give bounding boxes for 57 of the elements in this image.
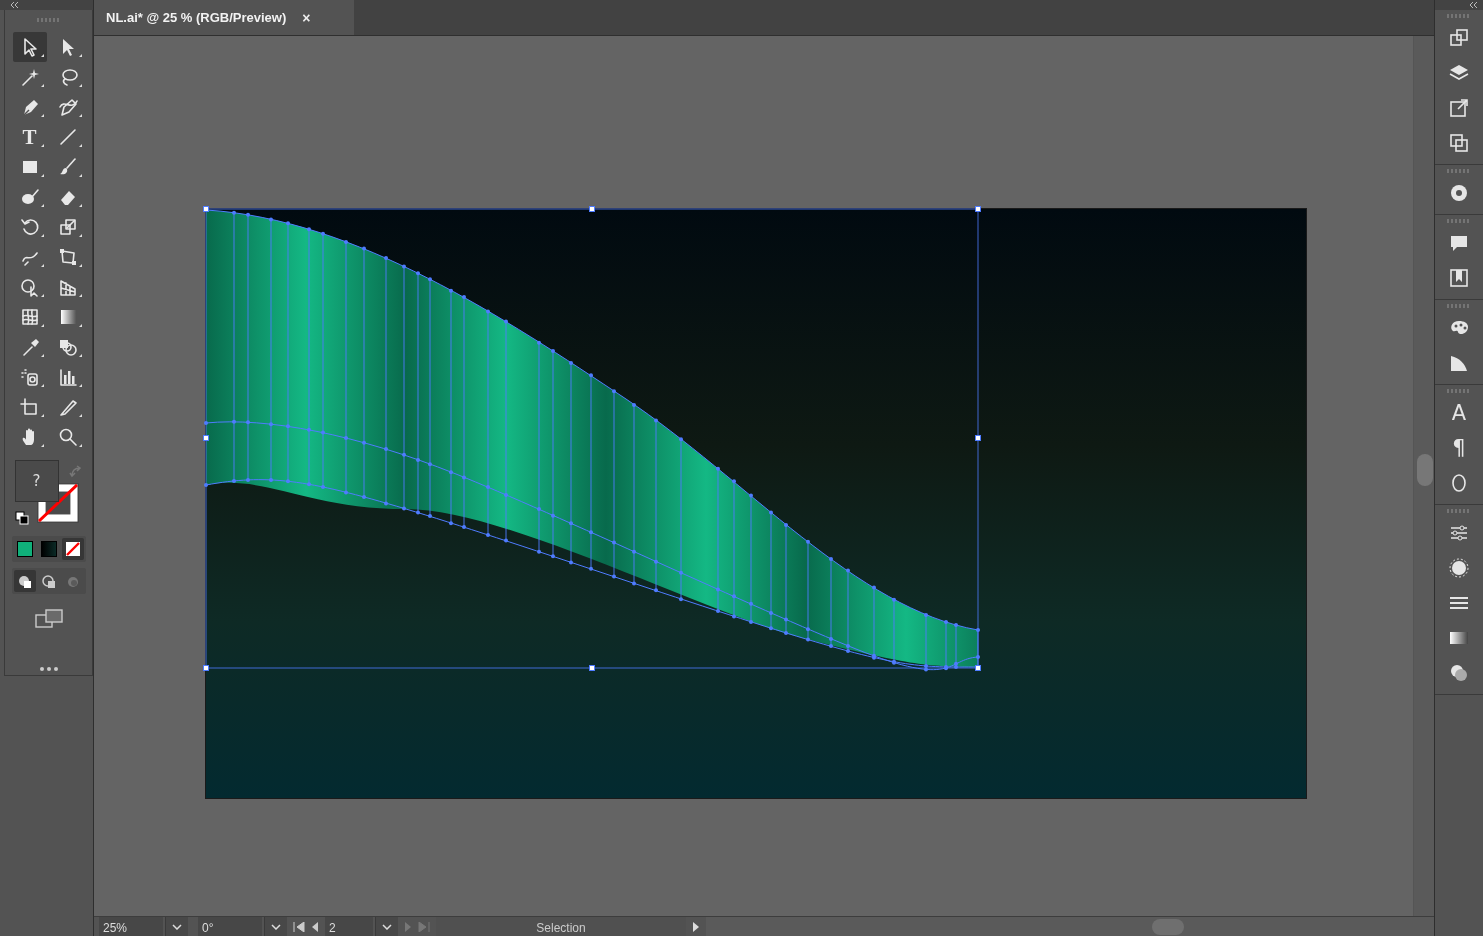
close-tab-button[interactable]: × — [302, 9, 311, 26]
type-tool[interactable]: T — [12, 122, 47, 152]
draw-mode-icon — [17, 573, 32, 589]
line-segment-icon — [57, 127, 78, 147]
dropdown-caret-icon — [271, 923, 281, 930]
rotation-field[interactable]: 0° — [198, 917, 262, 936]
artboard-field[interactable]: 2 — [325, 917, 373, 936]
first-artboard-icon[interactable] — [293, 921, 305, 932]
draw-mode-icon — [41, 573, 56, 589]
rotate-icon — [19, 217, 40, 237]
default-colors-icon[interactable] — [14, 511, 29, 525]
artboard-dropdown[interactable] — [375, 917, 398, 936]
vertical-scrollbar[interactable] — [1413, 36, 1434, 916]
gradient-mesh-drawing[interactable] — [204, 207, 979, 669]
character-panel-glyph[interactable]: A — [1451, 400, 1467, 425]
panel-grip-icon — [1447, 389, 1471, 393]
draw-mode-button[interactable] — [13, 570, 36, 592]
panel-grip-icon — [1447, 219, 1471, 223]
zoom-field[interactable]: 25% — [99, 917, 163, 936]
shape-builder-icon — [19, 277, 40, 297]
scale-icon — [57, 217, 78, 237]
zoom-icon — [57, 427, 78, 447]
panel-grip-icon — [36, 18, 61, 22]
slice-icon — [57, 397, 78, 417]
panel-grip-icon — [1447, 14, 1471, 18]
mesh-icon — [19, 307, 40, 327]
rotation-dropdown[interactable] — [264, 917, 287, 936]
status-menu-icon[interactable] — [692, 921, 700, 932]
color-mode-button[interactable] — [61, 538, 84, 560]
document-title: NL.ai* @ 25 % (RGB/Preview) — [106, 10, 287, 25]
dropdown-caret-icon — [172, 923, 182, 930]
blob-brush-icon — [19, 187, 40, 207]
previous-artboard-icon[interactable] — [311, 921, 319, 932]
collapse-icon[interactable] — [10, 2, 18, 8]
artboard-icon — [19, 397, 40, 417]
panel-grip-icon — [1447, 509, 1471, 513]
document-tab[interactable]: NL.ai* @ 25 % (RGB/Preview) × — [94, 0, 354, 35]
horizontal-scrollbar[interactable] — [706, 917, 1434, 936]
collapse-icon[interactable] — [1469, 2, 1477, 8]
fill-swatch[interactable]: ? — [14, 460, 59, 502]
none-swatch-icon — [65, 542, 80, 556]
zoom-dropdown[interactable] — [165, 917, 188, 936]
export-icon[interactable] — [1448, 96, 1470, 119]
more-tools-icon[interactable] — [39, 667, 58, 671]
perspective-grid-icon — [57, 277, 78, 297]
curvature-pen-icon — [57, 97, 78, 117]
blend-icon — [57, 337, 78, 357]
column-graph-icon — [57, 367, 78, 387]
type-tool-glyph: T — [22, 127, 37, 147]
panel-grip-icon — [1447, 304, 1471, 308]
screen-mode-icon[interactable] — [33, 608, 64, 630]
panel-grip-icon — [1447, 169, 1471, 173]
free-transform-icon — [57, 247, 78, 267]
paragraph-panel-glyph[interactable]: ¶ — [1452, 435, 1466, 460]
dropdown-caret-icon — [382, 923, 392, 930]
symbol-sprayer-icon — [19, 367, 40, 387]
selection-arrow-tool[interactable] — [12, 32, 47, 62]
